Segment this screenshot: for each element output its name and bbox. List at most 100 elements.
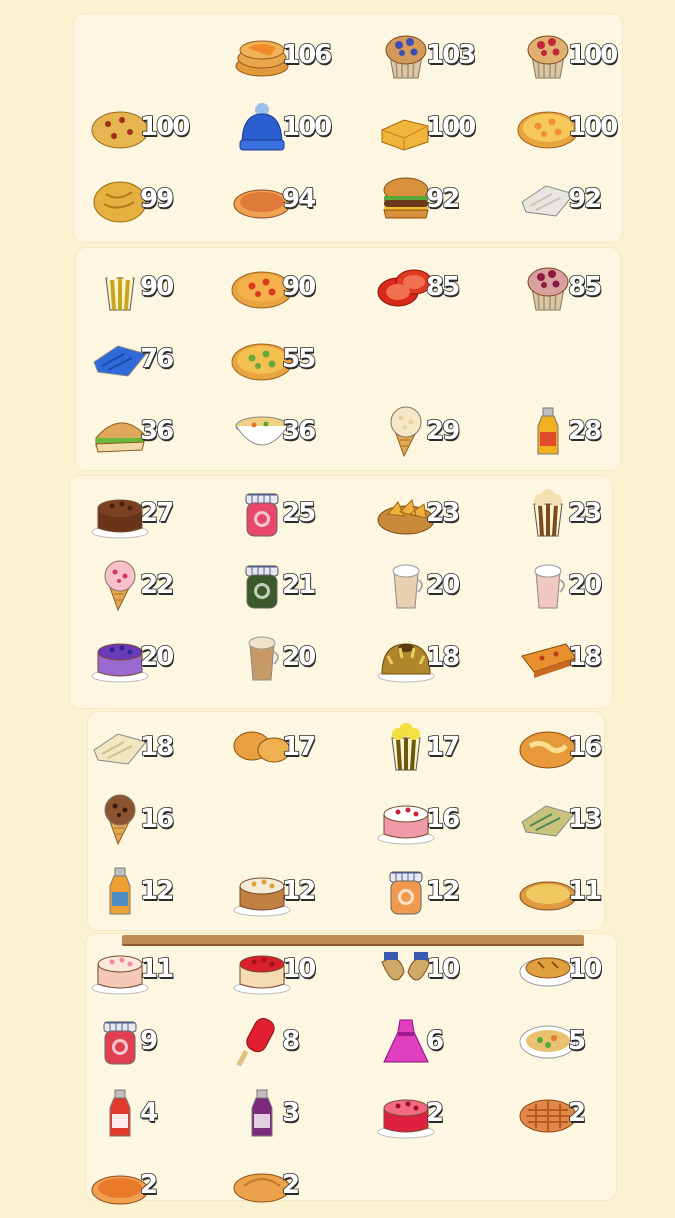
inventory-item[interactable]: 29 — [368, 400, 498, 464]
inventory-item[interactable]: 25 — [224, 482, 354, 546]
inventory-item[interactable]: 20 — [82, 626, 212, 690]
inventory-item[interactable]: 55 — [224, 328, 354, 392]
inventory-item[interactable]: 106 — [224, 24, 354, 88]
inventory-item[interactable]: 99 — [82, 168, 212, 232]
item-count: 18 — [425, 641, 461, 673]
item-count: 9 — [139, 1025, 159, 1057]
item-count: 11 — [567, 875, 603, 907]
item-count: 12 — [139, 875, 175, 907]
inventory-item[interactable]: 85 — [368, 256, 498, 320]
item-count: 2 — [567, 1097, 587, 1129]
inventory-item[interactable]: 8 — [224, 1010, 354, 1074]
inventory-item[interactable]: 27 — [82, 482, 212, 546]
item-count: 20 — [567, 569, 603, 601]
item-count: 10 — [281, 953, 317, 985]
inventory-item[interactable]: 90 — [82, 256, 212, 320]
item-count: 16 — [567, 731, 603, 763]
inventory-item[interactable]: 20 — [224, 626, 354, 690]
item-count: 100 — [425, 111, 477, 143]
inventory-item[interactable]: 92 — [368, 168, 498, 232]
inventory-item[interactable]: 5 — [510, 1010, 640, 1074]
inventory-item[interactable]: 12 — [82, 860, 212, 924]
inventory-item[interactable]: 10 — [224, 938, 354, 1002]
inventory-item[interactable]: 20 — [368, 554, 498, 618]
item-count: 76 — [139, 343, 175, 375]
inventory-item[interactable]: 17 — [224, 716, 354, 780]
inventory-item[interactable]: 16 — [82, 788, 212, 852]
inventory-item[interactable]: 10 — [510, 938, 640, 1002]
inventory-item[interactable]: 18 — [368, 626, 498, 690]
item-count: 90 — [281, 271, 317, 303]
inventory-item[interactable]: 22 — [82, 554, 212, 618]
item-count: 10 — [425, 953, 461, 985]
item-count: 11 — [139, 953, 175, 985]
inventory-item[interactable]: 2 — [82, 1154, 212, 1218]
inventory-item[interactable]: 11 — [510, 860, 640, 924]
inventory-item[interactable]: 23 — [510, 482, 640, 546]
inventory-item[interactable]: 100 — [82, 96, 212, 160]
item-count: 85 — [425, 271, 461, 303]
inventory-item[interactable]: 28 — [510, 400, 640, 464]
item-count: 18 — [567, 641, 603, 673]
inventory-item[interactable]: 6 — [368, 1010, 498, 1074]
inventory-item[interactable]: 9 — [82, 1010, 212, 1074]
inventory-item[interactable]: 103 — [368, 24, 498, 88]
inventory-item[interactable]: 23 — [368, 482, 498, 546]
item-count: 90 — [139, 271, 175, 303]
item-count: 92 — [567, 183, 603, 215]
inventory-item[interactable]: 85 — [510, 256, 640, 320]
item-count: 21 — [281, 569, 317, 601]
inventory-item[interactable]: 36 — [224, 400, 354, 464]
inventory-item[interactable]: 100 — [368, 96, 498, 160]
item-count: 17 — [425, 731, 461, 763]
item-count: 23 — [425, 497, 461, 529]
inventory-item[interactable]: 17 — [368, 716, 498, 780]
item-count: 13 — [567, 803, 603, 835]
item-count: 18 — [139, 731, 175, 763]
inventory-item[interactable]: 92 — [510, 168, 640, 232]
item-count: 27 — [139, 497, 175, 529]
item-count: 16 — [425, 803, 461, 835]
item-count: 100 — [567, 111, 619, 143]
inventory-item[interactable]: 100 — [224, 96, 354, 160]
item-count: 36 — [281, 415, 317, 447]
item-count: 29 — [425, 415, 461, 447]
inventory-item[interactable]: 11 — [82, 938, 212, 1002]
inventory-item[interactable]: 36 — [82, 400, 212, 464]
item-count: 92 — [425, 183, 461, 215]
inventory-item[interactable]: 2 — [368, 1082, 498, 1146]
item-count: 6 — [425, 1025, 445, 1057]
inventory-item[interactable]: 2 — [224, 1154, 354, 1218]
inventory-item[interactable]: 4 — [82, 1082, 212, 1146]
item-count: 3 — [281, 1097, 301, 1129]
inventory-item[interactable]: 18 — [510, 626, 640, 690]
inventory-item[interactable]: 76 — [82, 328, 212, 392]
item-count: 100 — [281, 111, 333, 143]
inventory-item[interactable]: 18 — [82, 716, 212, 780]
inventory-item[interactable]: 13 — [510, 788, 640, 852]
item-count: 25 — [281, 497, 317, 529]
item-count: 20 — [139, 641, 175, 673]
item-count: 8 — [281, 1025, 301, 1057]
item-count: 94 — [281, 183, 317, 215]
inventory-item[interactable]: 12 — [224, 860, 354, 924]
inventory-item[interactable]: 90 — [224, 256, 354, 320]
item-count: 22 — [139, 569, 175, 601]
item-count: 2 — [139, 1169, 159, 1201]
inventory-item[interactable]: 21 — [224, 554, 354, 618]
inventory-item[interactable]: 12 — [368, 860, 498, 924]
inventory-item[interactable]: 20 — [510, 554, 640, 618]
item-count: 2 — [281, 1169, 301, 1201]
inventory-item[interactable]: 100 — [510, 96, 640, 160]
inventory-item[interactable]: 2 — [510, 1082, 640, 1146]
inventory-item[interactable]: 3 — [224, 1082, 354, 1146]
inventory-item[interactable]: 94 — [224, 168, 354, 232]
item-count: 103 — [425, 39, 477, 71]
inventory-item[interactable]: 16 — [510, 716, 640, 780]
item-count: 100 — [139, 111, 191, 143]
inventory-item[interactable]: 10 — [368, 938, 498, 1002]
item-count: 17 — [281, 731, 317, 763]
item-count: 12 — [281, 875, 317, 907]
inventory-item[interactable]: 16 — [368, 788, 498, 852]
inventory-item[interactable]: 100 — [510, 24, 640, 88]
